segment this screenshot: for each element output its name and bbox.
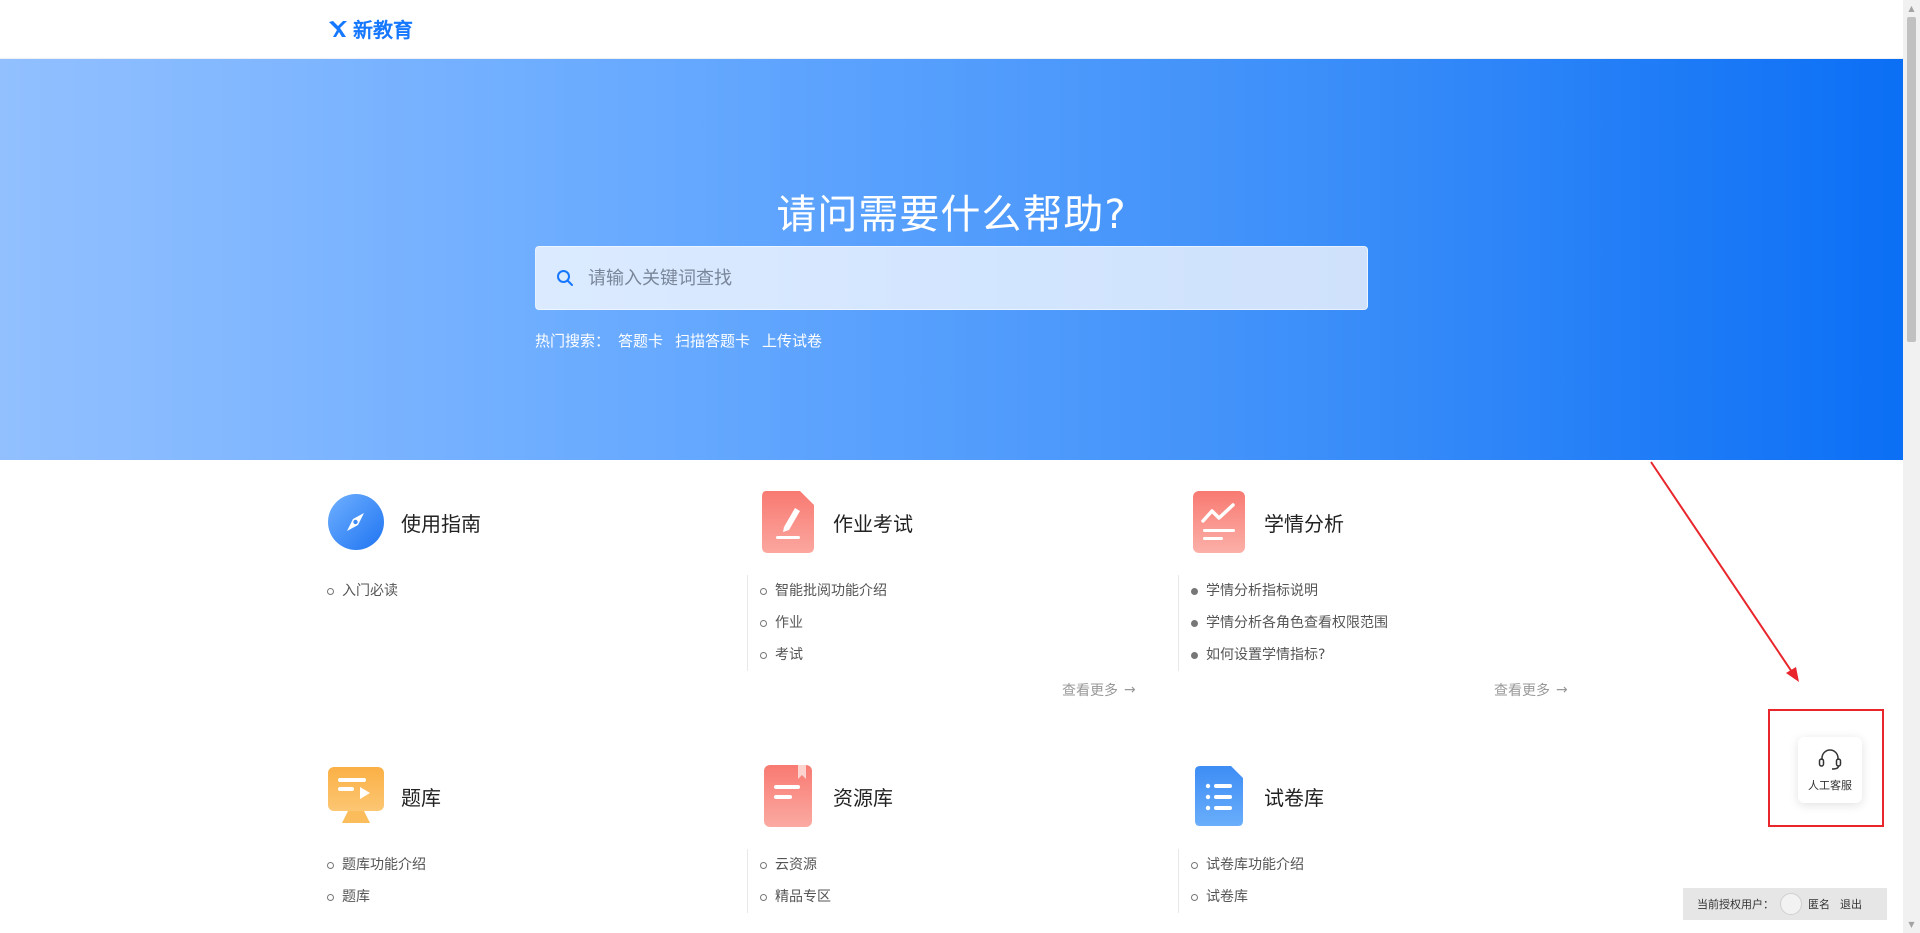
view-more-label: 查看更多 xyxy=(1062,683,1118,699)
brand-name: 新教育 xyxy=(353,18,413,42)
scroll-up-icon[interactable]: ▲ xyxy=(1903,0,1920,17)
customer-service-button[interactable]: 人工客服 xyxy=(1798,737,1862,803)
list-item[interactable]: 学情分析各角色查看权限范围 xyxy=(1191,607,1590,639)
list-item[interactable]: 题库功能介绍 xyxy=(327,849,727,881)
category-title: 使用指南 xyxy=(401,511,481,536)
list-item[interactable]: 如何设置学情指标? xyxy=(1191,639,1590,671)
paper-list-icon xyxy=(1190,765,1248,827)
category-list: 题库功能介绍 题库 xyxy=(327,849,727,913)
category-question-bank: 题库 题库功能介绍 题库 xyxy=(327,765,727,913)
avatar xyxy=(1780,893,1802,915)
search-input[interactable] xyxy=(588,247,1367,309)
search-icon xyxy=(554,267,576,289)
list-item[interactable]: 作业 xyxy=(760,607,1159,639)
arrow-right-icon: → xyxy=(1124,682,1136,698)
category-header[interactable]: 学情分析 xyxy=(1190,491,1590,553)
list-item[interactable]: 试卷库功能介绍 xyxy=(1191,849,1590,881)
category-title: 作业考试 xyxy=(833,511,913,536)
category-header[interactable]: 使用指南 xyxy=(327,491,727,553)
list-item[interactable]: 题库 xyxy=(327,881,727,913)
category-title: 资源库 xyxy=(833,785,893,810)
category-learning-analysis: 学情分析 学情分析指标说明 学情分析各角色查看权限范围 如何设置学情指标? xyxy=(1178,491,1590,671)
help-center-page: { "brand": { "name": "新教育" }, "hero": { … xyxy=(0,0,1920,933)
category-title: 学情分析 xyxy=(1264,511,1344,536)
resource-icon xyxy=(759,765,817,827)
view-more-link[interactable]: 查看更多 → xyxy=(1494,680,1568,700)
category-list: 智能批阅功能介绍 作业 考试 xyxy=(747,575,1159,671)
hot-search-term[interactable]: 答题卡 xyxy=(618,330,663,351)
category-homework-exam: 作业考试 智能批阅功能介绍 作业 考试 xyxy=(747,491,1159,671)
hot-search-term[interactable]: 扫描答题卡 xyxy=(675,330,750,351)
category-list: 学情分析指标说明 学情分析各角色查看权限范围 如何设置学情指标? xyxy=(1178,575,1590,671)
hot-search-label: 热门搜索： xyxy=(535,332,611,350)
scroll-down-icon[interactable]: ▼ xyxy=(1903,916,1920,933)
category-list: 试卷库功能介绍 试卷库 xyxy=(1178,849,1590,913)
list-item[interactable]: 智能批阅功能介绍 xyxy=(760,575,1159,607)
category-list: 云资源 精品专区 xyxy=(747,849,1159,913)
category-resources: 资源库 云资源 精品专区 xyxy=(747,765,1159,913)
list-item[interactable]: 试卷库 xyxy=(1191,881,1590,913)
compass-icon xyxy=(327,491,385,553)
category-paper-bank: 试卷库 试卷库功能介绍 试卷库 xyxy=(1178,765,1590,913)
category-header[interactable]: 试卷库 xyxy=(1190,765,1590,827)
category-guide: 使用指南 入门必读 xyxy=(327,491,727,607)
hero-banner: 请问需要什么帮助? 热门搜索： 答题卡 扫描答题卡 上传试卷 xyxy=(0,59,1903,460)
list-item[interactable]: 精品专区 xyxy=(760,881,1159,913)
logout-link[interactable]: 退出 xyxy=(1840,896,1862,912)
category-header[interactable]: 资源库 xyxy=(759,765,1159,827)
edit-document-icon xyxy=(759,491,817,553)
list-item[interactable]: 云资源 xyxy=(760,849,1159,881)
top-header: 新教育 xyxy=(0,0,1903,59)
arrow-right-icon: → xyxy=(1556,682,1568,698)
current-user-bar: 当前授权用户： 匿名 退出 xyxy=(1683,888,1887,920)
question-bank-icon xyxy=(327,765,385,827)
list-item[interactable]: 学情分析指标说明 xyxy=(1191,575,1590,607)
customer-service-label: 人工客服 xyxy=(1808,779,1852,792)
list-item[interactable]: 入门必读 xyxy=(327,575,727,607)
brand-logo[interactable]: 新教育 xyxy=(327,14,413,43)
view-more-label: 查看更多 xyxy=(1494,683,1550,699)
category-list: 入门必读 xyxy=(327,575,727,607)
search-box[interactable] xyxy=(535,246,1368,310)
list-item[interactable]: 考试 xyxy=(760,639,1159,671)
brand-logo-icon xyxy=(329,20,347,37)
chart-analysis-icon xyxy=(1190,491,1248,553)
current-user-label: 当前授权用户： xyxy=(1697,898,1774,911)
category-header[interactable]: 作业考试 xyxy=(759,491,1159,553)
user-name: 匿名 xyxy=(1808,898,1830,911)
category-title: 题库 xyxy=(401,785,441,810)
category-title: 试卷库 xyxy=(1264,785,1324,810)
hot-search: 热门搜索： 答题卡 扫描答题卡 上传试卷 xyxy=(535,330,822,351)
hot-search-term[interactable]: 上传试卷 xyxy=(762,330,822,351)
hero-title: 请问需要什么帮助? xyxy=(776,192,1127,238)
headset-icon xyxy=(1817,747,1843,771)
view-more-link[interactable]: 查看更多 → xyxy=(1062,680,1136,700)
scroll-thumb[interactable] xyxy=(1907,17,1916,342)
category-header[interactable]: 题库 xyxy=(327,765,727,827)
page-scrollbar[interactable]: ▲ ▼ xyxy=(1903,0,1920,933)
